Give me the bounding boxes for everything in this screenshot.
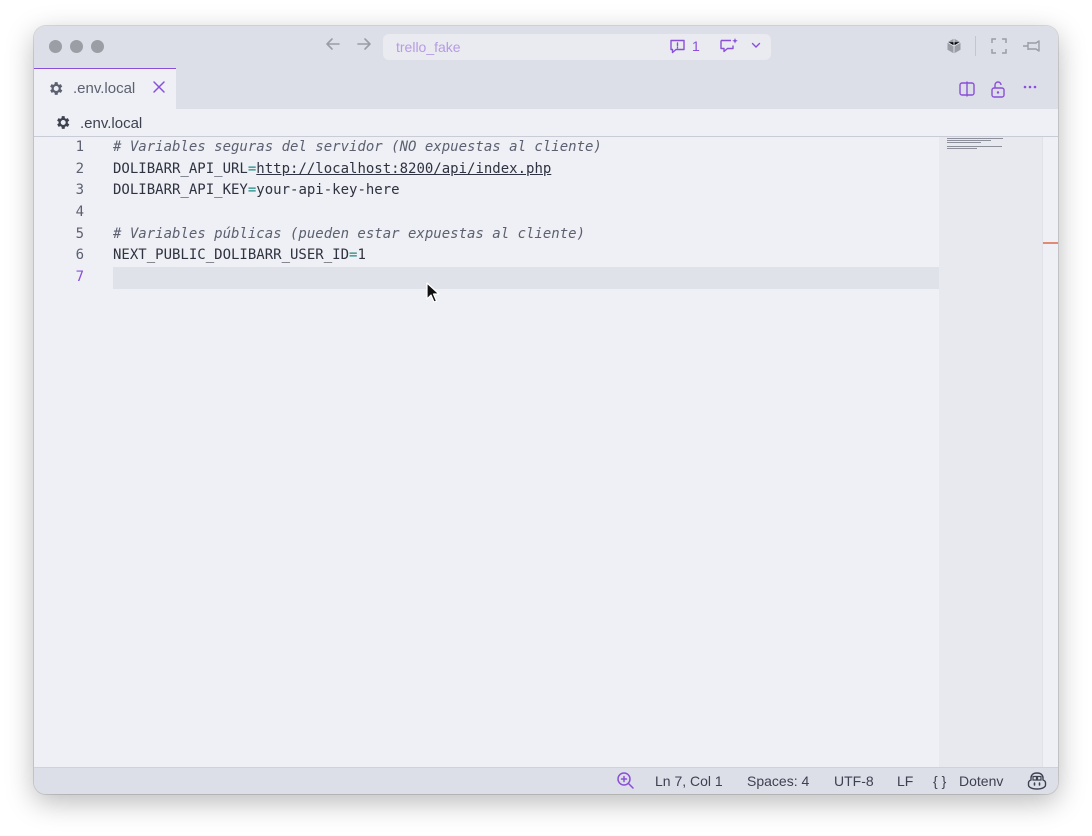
code-line[interactable] (113, 202, 955, 224)
command-center[interactable]: trello_fake 1 (383, 34, 771, 60)
minimize-traffic-light[interactable] (70, 40, 83, 53)
file-encoding[interactable]: UTF-8 (834, 773, 874, 789)
copilot-icon[interactable] (1027, 771, 1047, 793)
chevron-down-icon[interactable] (751, 39, 761, 53)
env-key: DOLIBARR_API_KEY (113, 182, 248, 199)
gear-icon (47, 80, 64, 102)
tab-label: .env.local (73, 80, 136, 97)
close-icon[interactable] (152, 78, 166, 98)
breadcrumb-file[interactable]: .env.local (80, 115, 142, 132)
minimap-line (947, 148, 977, 149)
back-arrow-icon[interactable] (324, 35, 342, 59)
code-editor[interactable]: 1 2 3 4 5 6 7 # Variables seguras del se… (34, 137, 1058, 767)
line-number-active: 7 (75, 269, 84, 286)
indentation-setting[interactable]: Spaces: 4 (747, 773, 809, 789)
project-name: trello_fake (396, 39, 461, 55)
close-traffic-light[interactable] (49, 40, 62, 53)
more-icon[interactable] (1022, 79, 1038, 100)
minimap-line (947, 140, 991, 141)
comment-text: # Variables públicas (pueden estar expue… (113, 225, 586, 242)
cursor-position[interactable]: Ln 7, Col 1 (655, 773, 723, 789)
language-mode-braces[interactable]: { } (933, 773, 946, 789)
code-line[interactable]: DOLIBARR_API_KEY=your-api-key-here (113, 180, 955, 202)
gear-icon (54, 114, 71, 136)
mouse-pointer-icon (426, 282, 440, 309)
minimap-line (947, 138, 1003, 139)
env-key: NEXT_PUBLIC_DOLIBARR_USER_ID (113, 247, 350, 264)
status-bar: Ln 7, Col 1 Spaces: 4 UTF-8 LF { } Doten… (34, 767, 1058, 794)
code-line[interactable]: NEXT_PUBLIC_DOLIBARR_USER_ID=1 (113, 245, 955, 267)
code-line[interactable]: # Variables seguras del servidor (NO exp… (113, 137, 955, 159)
unlock-icon[interactable] (990, 80, 1006, 103)
chat-icon (670, 39, 685, 54)
line-number: 5 (75, 225, 84, 242)
code-line[interactable]: DOLIBARR_API_URL=http://localhost:8200/a… (113, 159, 955, 181)
env-value: 1 (357, 247, 366, 264)
minimap-line (947, 146, 1002, 147)
pin-icon[interactable] (1021, 37, 1041, 60)
code-line[interactable]: # Variables públicas (pueden estar expue… (113, 224, 955, 246)
copilot-chat-icon[interactable] (719, 37, 739, 60)
scrollbar-marker (1043, 242, 1058, 244)
chat-count: 1 (692, 38, 700, 54)
code-area[interactable]: # Variables seguras del servidor (NO exp… (113, 137, 955, 289)
vertical-scrollbar[interactable] (1042, 137, 1058, 767)
line-number: 6 (75, 247, 84, 264)
forward-arrow-icon[interactable] (355, 35, 373, 59)
title-divider (975, 36, 976, 56)
line-number: 3 (75, 182, 84, 199)
breadcrumb: .env.local (34, 109, 1058, 137)
title-bar: trello_fake 1 (34, 26, 1058, 68)
split-editor-icon[interactable] (958, 80, 976, 103)
env-value: your-api-key-here (256, 182, 400, 199)
cube-icon[interactable] (945, 37, 963, 60)
tab-env-local[interactable]: .env.local (34, 68, 176, 109)
line-number: 4 (75, 204, 84, 221)
zoom-traffic-light[interactable] (91, 40, 104, 53)
env-key: DOLIBARR_API_URL (113, 160, 248, 177)
zoom-icon[interactable] (616, 771, 635, 793)
editor-window: trello_fake 1 .env.local .env.local 1 2 … (34, 26, 1058, 794)
minimap-line (947, 142, 981, 143)
line-number-gutter: 1 2 3 4 5 6 7 (34, 137, 84, 289)
minimap[interactable] (939, 137, 1042, 767)
tab-bar: .env.local (34, 68, 1058, 109)
language-mode[interactable]: Dotenv (959, 773, 1003, 789)
env-value-link[interactable]: http://localhost:8200/api/index.php (256, 161, 551, 177)
comment-text: # Variables seguras del servidor (NO exp… (113, 139, 602, 155)
line-number: 1 (75, 139, 84, 155)
current-line-highlight[interactable] (113, 267, 955, 289)
fullscreen-icon[interactable] (990, 37, 1008, 60)
end-of-line[interactable]: LF (897, 773, 913, 789)
line-number: 2 (75, 160, 84, 177)
chat-button[interactable]: 1 (669, 38, 700, 54)
